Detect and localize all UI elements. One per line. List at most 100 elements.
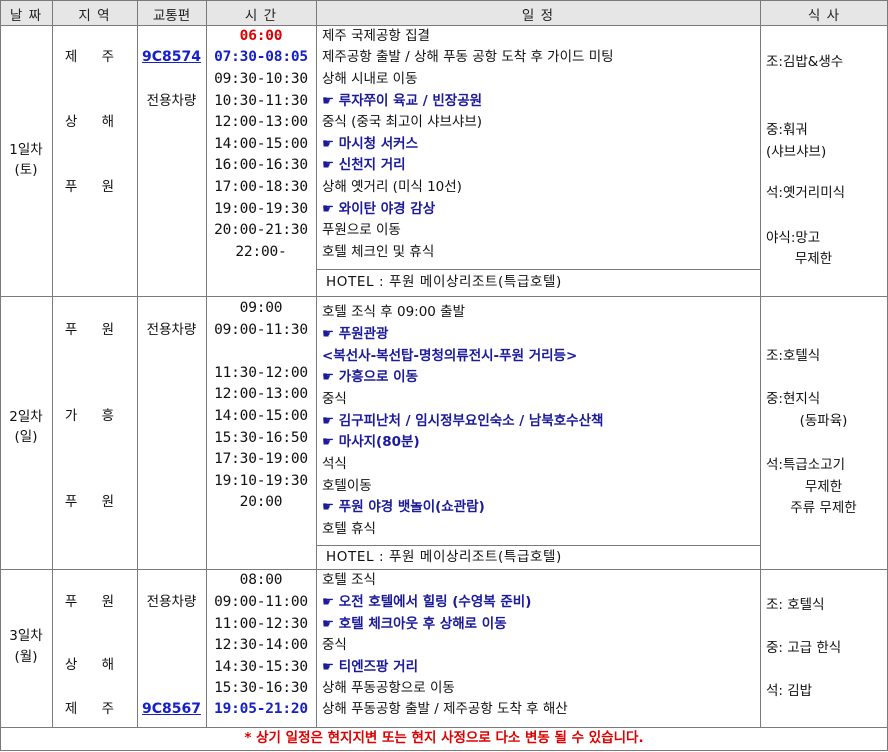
day2-item-3: <복선사-복선탑-명청의류전시-푸원 거리등> (322, 348, 578, 364)
day3-time-2: 09:00-11:00 (214, 594, 308, 610)
day3-region-3: 제 주 (64, 701, 125, 717)
day2-item-10: ☛ 푸원 야경 뱃놀이(쇼관람) (322, 499, 485, 515)
col-divider-5 (760, 0, 761, 727)
day2-label: 2일차 (9, 409, 43, 425)
day3-item-1: 호텔 조식 (322, 572, 376, 588)
day2-item-4: ☛ 가흥으로 이동 (322, 369, 419, 385)
day2-meal-4: 석:특급소고기 (766, 457, 846, 473)
day2-divider (0, 569, 888, 570)
day3-region-1: 푸 원 (64, 594, 125, 610)
day1-meal-5: 야식:망고 (766, 230, 821, 246)
notice-text: * 상기 일정은 현지지변 또는 현지 사정으로 다소 변동 될 수 있습니다. (244, 730, 644, 746)
day1-item-11: 호텔 체크인 및 휴식 (322, 244, 435, 260)
day3-time-5: 14:30-15:30 (214, 659, 308, 675)
day3-time-7: 19:05-21:20 (214, 701, 308, 717)
day3-time-4: 12:30-14:00 (214, 637, 308, 653)
day1-item-9: ☛ 와이탄 야경 감상 (322, 201, 436, 217)
day1-item-10: 푸원으로 이동 (322, 222, 401, 238)
day2-time-2: 09:00-11:30 (214, 322, 308, 338)
day1-item-4: ☛ 루자쭈이 육교 / 빈장공원 (322, 93, 483, 109)
itinerary-table: 날 짜 지 역 교통편 시 간 일 정 식 사 1일차 (토) 제 주 상 해 … (0, 0, 888, 752)
day2-meal-6: 주류 무제한 (790, 500, 857, 516)
header-schedule: 일 정 (521, 8, 555, 24)
day2-time-9: 20:00 (239, 494, 283, 510)
day3-vehicle: 전용차량 (146, 594, 197, 610)
border-top (0, 0, 888, 1)
day3-region-2: 상 해 (64, 657, 125, 673)
day3-meal-1: 조: 호텔식 (766, 597, 825, 613)
day2-item-7: ☛ 마사지(80분) (322, 434, 420, 450)
day2-dow: (일) (14, 429, 38, 445)
day2-time-8: 19:10-19:30 (214, 473, 308, 489)
day1-meal-6: 무제한 (794, 251, 833, 267)
col-divider-1 (52, 0, 53, 727)
day1-hotel: HOTEL : 푸원 메이상리조트(특급호텔) (326, 274, 562, 290)
day2-time-5: 14:00-15:00 (214, 408, 308, 424)
header-divider (0, 25, 888, 26)
day1-label: 1일차 (9, 142, 43, 158)
day1-dow: (토) (14, 162, 38, 178)
day2-item-8: 석식 (322, 456, 347, 472)
day2-time-6: 15:30-16:50 (214, 430, 308, 446)
day1-region-2: 상 해 (64, 114, 125, 130)
day1-item-2: 제주공항 출발 / 상해 푸동 공항 도착 후 가이드 미팅 (322, 49, 614, 65)
day1-item-8: 상해 옛거리 (미식 10선) (322, 179, 462, 195)
day1-meal-1: 조:김밥&생수 (766, 54, 844, 70)
day1-meal-4: 석:옛거리미식 (766, 185, 846, 201)
day3-item-2: ☛ 오전 호텔에서 힐링 (수영복 준비) (322, 594, 532, 610)
day2-region-3: 푸 원 (64, 494, 125, 510)
border-bottom (0, 750, 888, 751)
day1-time-8: 17:00-18:30 (214, 179, 308, 195)
day2-meal-2: 중:현지식 (766, 391, 821, 407)
day2-item-2: ☛ 푸원관광 (322, 326, 389, 342)
day1-region-3: 푸 원 (64, 179, 125, 195)
col-divider-4 (316, 0, 317, 727)
day1-meal-3: (샤브샤브) (766, 144, 827, 160)
day1-time-6: 14:00-15:00 (214, 136, 308, 152)
day1-time-4: 10:30-11:30 (214, 93, 308, 109)
day2-item-5: 중식 (322, 391, 347, 407)
day3-time-1: 08:00 (239, 572, 283, 588)
day2-item-11: 호텔 휴식 (322, 521, 376, 537)
day1-flight-link[interactable]: 9C8574 (137, 47, 206, 67)
header-meal: 식 사 (807, 8, 841, 24)
day3-item-3: ☛ 호텔 체크아웃 후 상해로 이동 (322, 616, 507, 632)
day1-time-10: 20:00-21:30 (214, 222, 308, 238)
day2-item-9: 호텔이동 (322, 478, 372, 494)
day2-meal-1: 조:호텔식 (766, 348, 821, 364)
day1-time-2: 07:30-08:05 (214, 49, 308, 65)
day2-region-2: 가 흥 (64, 408, 125, 424)
day1-region-1: 제 주 (64, 49, 125, 65)
day2-time-7: 17:30-19:00 (214, 451, 308, 467)
day2-meal-5: 무제한 (804, 479, 843, 495)
day1-item-7: ☛ 신천지 거리 (322, 157, 406, 173)
day2-hotel-divider (316, 545, 760, 546)
day3-item-5: ☛ 티엔즈팡 거리 (322, 659, 419, 675)
day3-meal-3: 석: 김밥 (766, 683, 813, 699)
day1-item-1: 제주 국제공항 집결 (322, 28, 430, 44)
day1-time-11: 22:00- (235, 244, 287, 260)
day2-time-4: 12:00-13:00 (214, 386, 308, 402)
day1-time-1: 06:00 (239, 28, 283, 44)
day1-item-5: 중식 (중국 최고이 샤브샤브) (322, 114, 483, 130)
day3-item-6: 상해 푸동공항으로 이동 (322, 680, 455, 696)
day1-divider (0, 296, 888, 297)
day1-hotel-divider (316, 269, 760, 270)
day3-meal-2: 중: 고급 한식 (766, 640, 842, 656)
day3-time-6: 15:30-16:30 (214, 680, 308, 696)
day2-time-3: 11:30-12:00 (214, 365, 308, 381)
day3-item-4: 중식 (322, 637, 347, 653)
day1-time-5: 12:00-13:00 (214, 114, 308, 130)
day2-time-1: 09:00 (239, 300, 283, 316)
day2-meal-3: (동파육) (799, 413, 848, 429)
day1-time-7: 16:00-16:30 (214, 157, 308, 173)
day2-vehicle: 전용차량 (146, 322, 197, 338)
day2-item-6: ☛ 김구피난처 / 임시정부요인숙소 / 남북호수산책 (322, 413, 604, 429)
day2-region-1: 푸 원 (64, 322, 125, 338)
day1-item-3: 상해 시내로 이동 (322, 71, 418, 87)
day1-vehicle: 전용차량 (146, 93, 197, 109)
day3-flight-link[interactable]: 9C8567 (137, 699, 206, 719)
day1-time-3: 09:30-10:30 (214, 71, 308, 87)
day1-time-9: 19:00-19:30 (214, 201, 308, 217)
header-date: 날 짜 (9, 8, 43, 24)
